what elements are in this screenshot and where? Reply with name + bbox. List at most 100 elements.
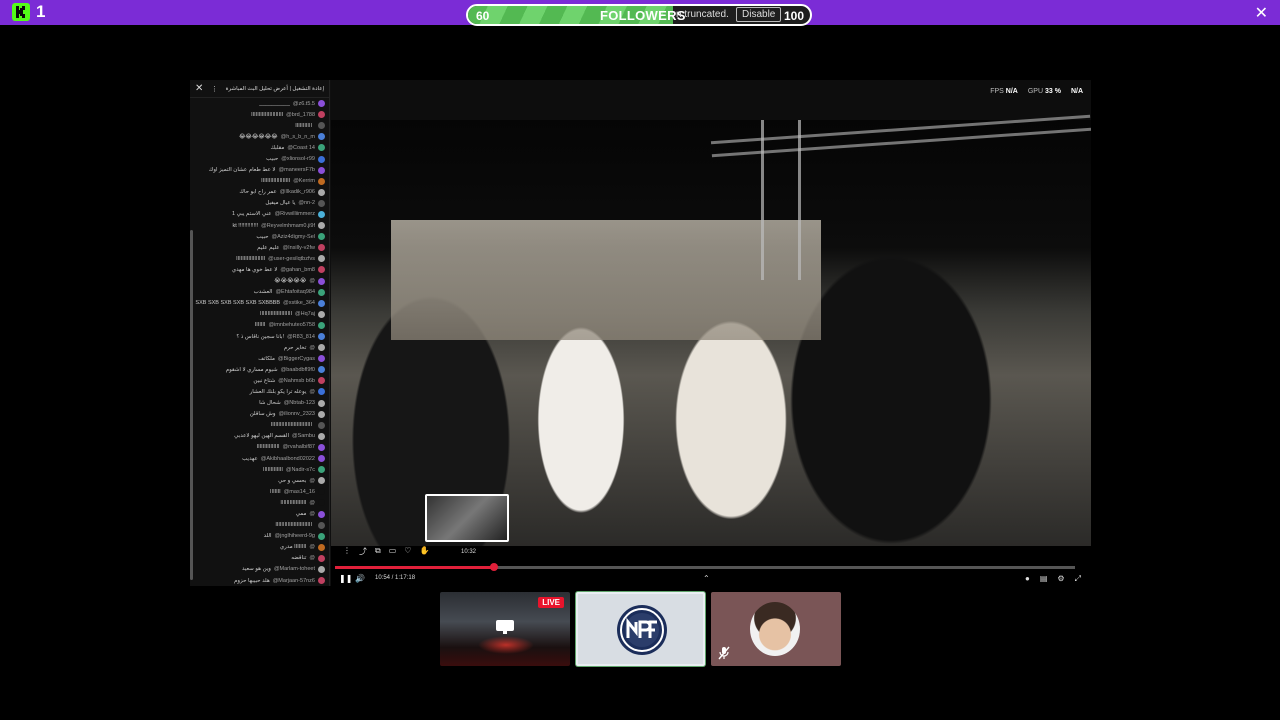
chat-avatar: [318, 521, 325, 529]
chat-username[interactable]: @gahan_bm8: [280, 267, 315, 273]
seek-progress: [335, 566, 495, 569]
chat-username[interactable]: @brd_1788: [286, 112, 315, 118]
chat-message: حبيب @Aziz4digmy-Sel: [192, 231, 325, 242]
chat-username[interactable]: @Coast 14: [287, 145, 315, 151]
chat-username[interactable]: @Nahmsb b6b: [278, 378, 315, 384]
seek-handle[interactable]: [490, 563, 499, 571]
chat-username[interactable]: @Kerrim: [293, 178, 315, 184]
chat-message: يا عيال ميفيل @nn-2: [192, 198, 325, 209]
chat-username[interactable]: @Ehtafoitaq984: [275, 289, 315, 295]
chat-message: ملكاتف @BiggerCygas: [192, 353, 325, 364]
chat-message: شتاع نبين @Nahmsb b6b: [192, 375, 325, 386]
chat-username[interactable]: @imnbehuteo5758: [268, 322, 315, 328]
chat-username[interactable]: @Rivwilliimmerz: [275, 211, 315, 217]
captions-icon[interactable]: ▤: [1040, 574, 1048, 584]
chat-username[interactable]: @user-gesilqtbzfvs: [268, 256, 315, 262]
stat-value: 33 %: [1044, 88, 1061, 95]
chat-avatar: [318, 421, 325, 429]
chat-username[interactable]: @: [309, 478, 315, 484]
share-icon[interactable]: ⤴: [359, 546, 367, 557]
source-thumbnail-live[interactable]: LIVE: [440, 592, 570, 666]
playback-time: 10:54 / 1:17:18: [375, 575, 416, 581]
chat-avatar: [318, 266, 325, 274]
chat-username[interactable]: @rvahalbif87: [283, 444, 316, 450]
goal-target: 100: [783, 9, 804, 23]
chat-message-text: شيوم مساري لا اشقوم: [225, 366, 278, 373]
chat-message: ااااااا @mas14_16: [192, 486, 325, 497]
settings-icon[interactable]: ⚙: [1057, 574, 1064, 584]
chat-message-list[interactable]: __________ @z6.t5.5 ااااااااااااااااااااا @…: [192, 98, 325, 586]
chat-message: ااااااااااااااا @rvahalbif87: [192, 442, 325, 453]
stat-value: N/A: [1070, 88, 1083, 95]
chat-username[interactable]: @ilionnv_2323: [279, 411, 315, 417]
mic-muted-icon[interactable]: [717, 646, 731, 660]
source-thumbnail-logo[interactable]: [576, 592, 705, 666]
chat-username[interactable]: @jnglhiheerd-9g: [275, 533, 315, 539]
chat-username[interactable]: @R83_814: [287, 334, 315, 340]
chat-menu-icon[interactable]: ⋮: [211, 85, 218, 93]
source-thumbnail-webcam[interactable]: [711, 592, 841, 666]
screen-share-icon: [496, 620, 514, 634]
chat-username[interactable]: @Sambu: [292, 433, 315, 439]
like-icon[interactable]: ✋: [419, 546, 429, 557]
chat-username[interactable]: @BiggerCygas: [278, 356, 315, 362]
chat-username[interactable]: @: [309, 511, 315, 517]
chat-username[interactable]: @nn-2: [298, 200, 315, 206]
chat-avatar: [318, 499, 325, 507]
chat-username[interactable]: @Insilly-v2fw: [283, 245, 315, 251]
chat-message-text: شتاع نبين: [253, 377, 276, 384]
chevron-up-icon[interactable]: ⌃: [703, 574, 710, 583]
chat-username[interactable]: @h_s_b_n_m: [281, 134, 315, 140]
chat-username[interactable]: @Marjaan-57nz6: [273, 578, 315, 584]
chat-username[interactable]: @Nadir-s7c: [286, 467, 315, 473]
chat-username[interactable]: @xlionsol-r99: [281, 156, 315, 162]
chat-username[interactable]: @maneersF7b: [279, 167, 315, 173]
chat-scrollbar[interactable]: [190, 230, 193, 580]
top-bar: 1 60 FOLLOWERS n truncated. Disable 100 …: [0, 0, 1280, 26]
more-icon[interactable]: ⋮: [343, 546, 351, 557]
chat-message: بحسي و حي @: [192, 475, 325, 486]
chat-message-text: 😭😭😭😭😭: [274, 278, 307, 285]
chat-message: عني الاستم يبي 1 @Rivwilliimmerz: [192, 209, 325, 220]
video-player[interactable]: FPS N/A GPU 33 % N/A ⋮ ⤴ ⧉ ▭ ♡ ✋ 10:32 ❚❚: [331, 80, 1091, 586]
chat-message: ااااااااااااااااااا @user-gesilqtbzfvs: [192, 253, 325, 264]
chat-avatar: [318, 255, 325, 263]
chat-username[interactable]: @xstike_364: [283, 300, 315, 306]
autoplay-icon[interactable]: ●: [1025, 574, 1030, 584]
chat-username[interactable]: @: [309, 278, 315, 284]
chat-username[interactable]: @: [309, 555, 315, 561]
chat-username[interactable]: @baabdbfl9f0: [281, 367, 315, 373]
chat-avatar: [318, 100, 325, 108]
chat-avatar: [318, 488, 325, 496]
chat-username[interactable]: @Hq7aj: [295, 311, 315, 317]
chat-username[interactable]: @: [309, 345, 315, 351]
clip-icon[interactable]: ⧉: [375, 546, 381, 557]
chat-username[interactable]: @Ilkadik_r906: [280, 189, 315, 195]
dislike-icon[interactable]: ♡: [404, 546, 411, 557]
chat-message-text: ااااااااااااااااااااا: [259, 311, 293, 318]
chat-username[interactable]: @Nbtab-123: [284, 400, 315, 406]
chat-bubble-icon[interactable]: ▭: [389, 546, 397, 557]
chat-message: القسم الهين ليهو لاعدبي @Sambu: [192, 431, 325, 442]
chat-username[interactable]: @Akibhaalbond02022: [261, 456, 315, 462]
chat-username[interactable]: @: [309, 389, 315, 395]
chat-username[interactable]: @z6.t5.5: [293, 101, 315, 107]
fullscreen-icon[interactable]: ⤢: [1075, 574, 1081, 584]
chat-avatar: [318, 554, 325, 562]
seek-bar[interactable]: [335, 563, 1075, 571]
chat-username[interactable]: @Reyvelmhmam0.ji9f: [261, 223, 315, 229]
chat-username[interactable]: @: [309, 544, 315, 550]
disable-button[interactable]: Disable: [736, 7, 782, 22]
chat-message-text: لا عط طعام عشان التميز اوك: [208, 167, 276, 174]
chat-username[interactable]: @Marlam-toheet: [274, 566, 315, 572]
volume-icon[interactable]: 🔊: [355, 574, 365, 583]
chat-username[interactable]: @mas14_16: [284, 489, 315, 495]
close-icon[interactable]: ✕: [1255, 3, 1268, 23]
stat-label: GPU: [1027, 88, 1045, 95]
chat-close-icon[interactable]: ✕: [195, 83, 203, 94]
chat-username[interactable]: @: [309, 500, 315, 506]
chat-avatar: [318, 310, 325, 318]
pause-icon[interactable]: ❚❚: [339, 574, 352, 583]
chat-avatar: [318, 222, 325, 230]
chat-username[interactable]: @Aziz4digmy-Sel: [272, 234, 315, 240]
